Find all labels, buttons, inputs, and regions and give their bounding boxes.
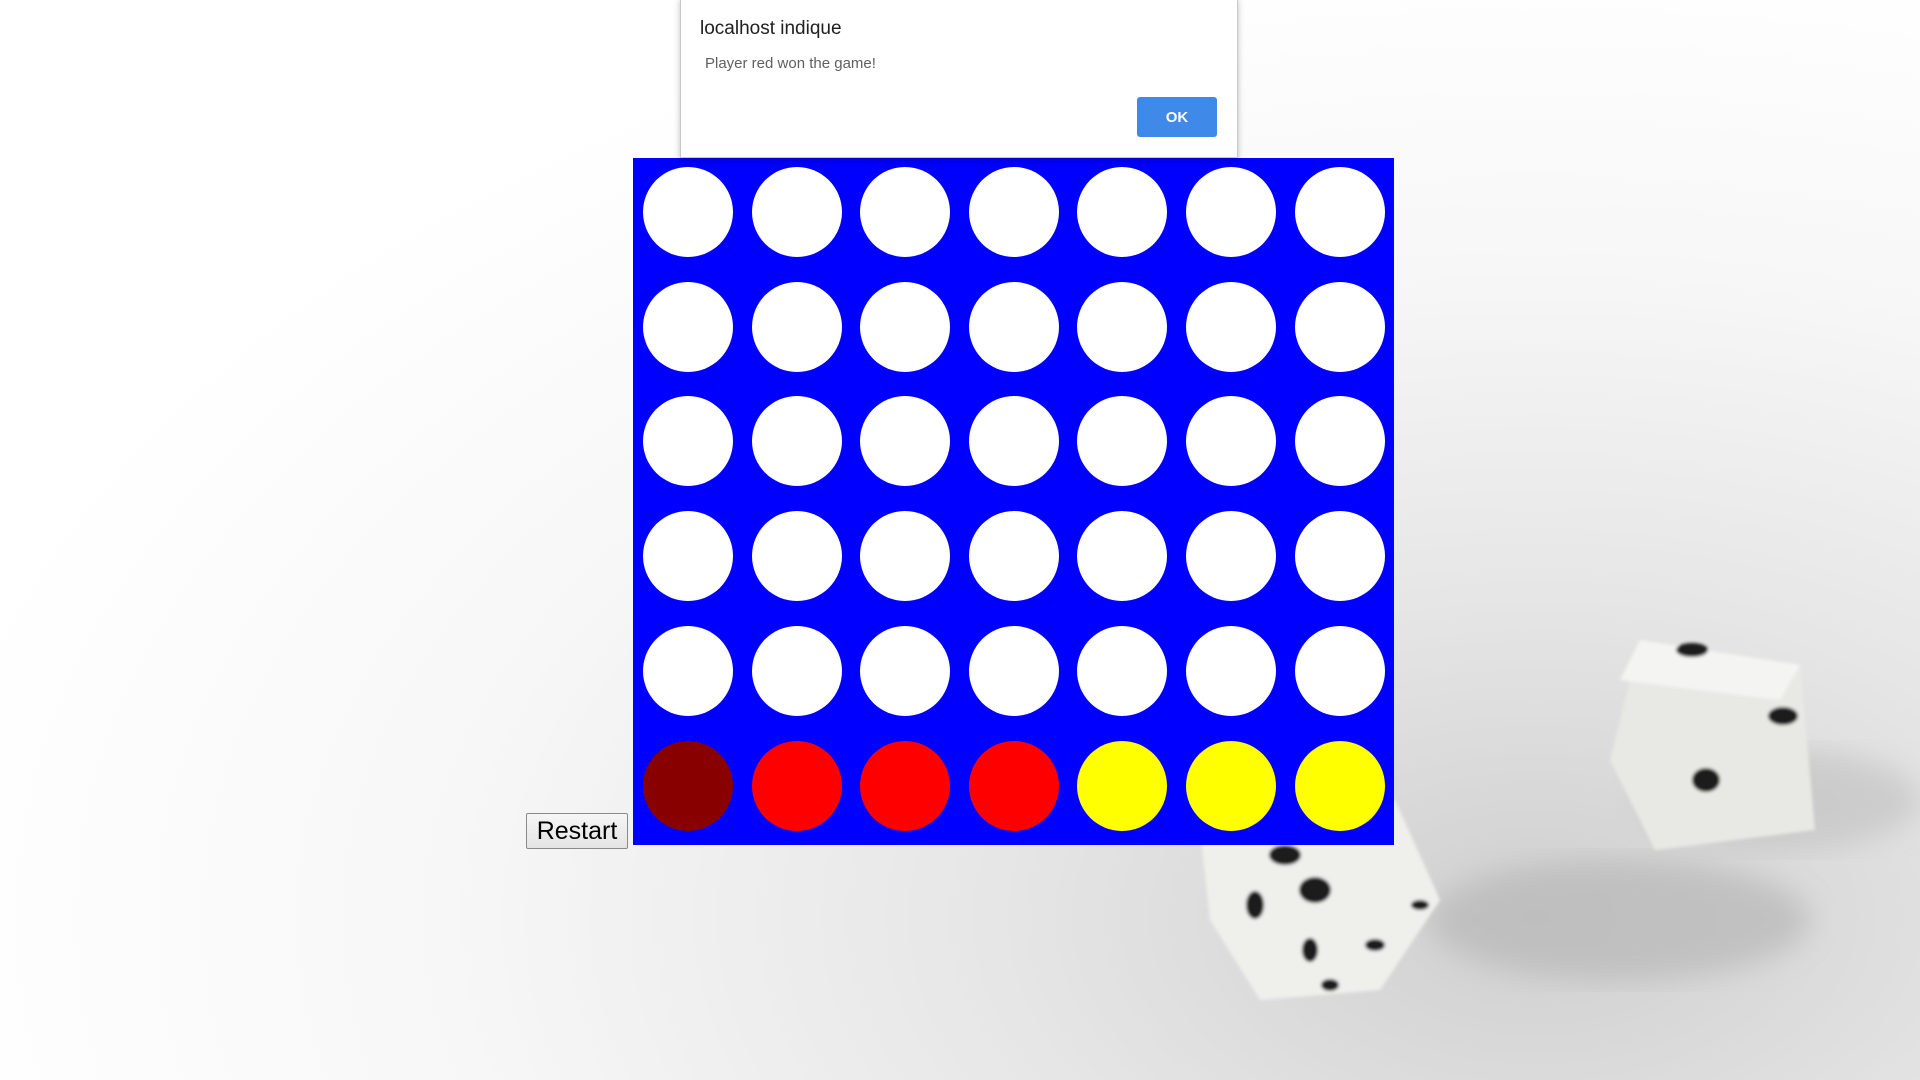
board-cell-empty[interactable] xyxy=(751,511,842,602)
board-cell-empty[interactable] xyxy=(860,511,951,602)
board-cell-empty[interactable] xyxy=(860,625,951,716)
board-cell-empty[interactable] xyxy=(1077,396,1168,487)
board-cell-empty[interactable] xyxy=(1186,167,1276,257)
game-page: Restart localhost indique Player red won… xyxy=(0,0,1920,1080)
board-cell-empty[interactable] xyxy=(1294,625,1385,716)
board-cell-empty[interactable] xyxy=(643,281,733,372)
disc-yellow[interactable] xyxy=(1186,740,1276,831)
alert-message: Player red won the game! xyxy=(705,55,876,72)
board-cell-empty[interactable] xyxy=(968,281,1059,372)
board-cell-empty[interactable] xyxy=(1294,396,1385,487)
board-cell-empty[interactable] xyxy=(1186,511,1276,602)
board-cell-empty[interactable] xyxy=(860,396,951,487)
board-cell-empty[interactable] xyxy=(1077,281,1168,372)
board-cell-empty[interactable] xyxy=(643,167,733,257)
board-cell-empty[interactable] xyxy=(643,511,733,602)
game-board[interactable] xyxy=(633,158,1394,845)
alert-dialog: localhost indique Player red won the gam… xyxy=(680,0,1238,158)
disc-red[interactable] xyxy=(860,740,951,831)
disc-red[interactable] xyxy=(968,740,1059,831)
board-cell-empty[interactable] xyxy=(968,396,1059,487)
board-cell-empty[interactable] xyxy=(751,167,842,257)
board-cell-empty[interactable] xyxy=(751,281,842,372)
board-cell-empty[interactable] xyxy=(860,281,951,372)
board-cell-empty[interactable] xyxy=(968,511,1059,602)
board-cell-empty[interactable] xyxy=(751,396,842,487)
alert-title: localhost indique xyxy=(700,18,842,39)
board-cell-empty[interactable] xyxy=(968,625,1059,716)
disc-yellow[interactable] xyxy=(1077,740,1168,831)
board-cell-empty[interactable] xyxy=(1294,511,1385,602)
board-cell-empty[interactable] xyxy=(1294,167,1385,257)
board-cell-empty[interactable] xyxy=(1186,396,1276,487)
disc-dark-red[interactable] xyxy=(643,740,733,831)
board-cell-empty[interactable] xyxy=(860,167,951,257)
board-cell-empty[interactable] xyxy=(1186,625,1276,716)
board-cell-empty[interactable] xyxy=(1294,281,1385,372)
board-cell-empty[interactable] xyxy=(751,625,842,716)
board-cell-empty[interactable] xyxy=(1186,281,1276,372)
board-cell-empty[interactable] xyxy=(643,625,733,716)
board-cell-empty[interactable] xyxy=(1077,511,1168,602)
disc-red[interactable] xyxy=(751,740,842,831)
disc-yellow[interactable] xyxy=(1294,740,1385,831)
board-cell-empty[interactable] xyxy=(643,396,733,487)
board-cell-empty[interactable] xyxy=(1077,625,1168,716)
ok-button[interactable]: OK xyxy=(1137,97,1217,137)
board-cell-empty[interactable] xyxy=(968,167,1059,257)
board-cell-empty[interactable] xyxy=(1077,167,1168,257)
restart-button[interactable]: Restart xyxy=(526,813,628,849)
die-right xyxy=(1610,640,1815,850)
